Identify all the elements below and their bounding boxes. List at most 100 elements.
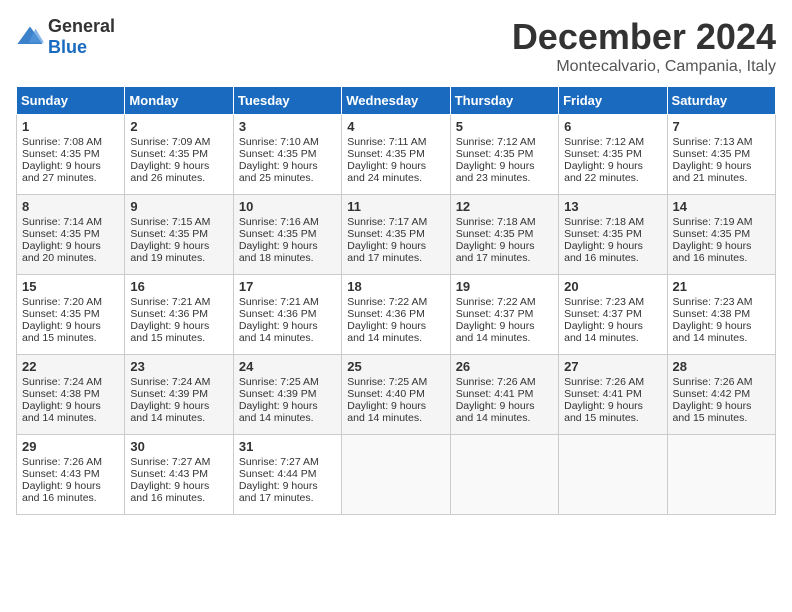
sunset-text: Sunset: 4:35 PM: [564, 228, 642, 240]
sunrise-text: Sunrise: 7:24 AM: [130, 376, 210, 388]
header-cell-tuesday: Tuesday: [233, 87, 341, 115]
calendar-cell: 10Sunrise: 7:16 AMSunset: 4:35 PMDayligh…: [233, 195, 341, 275]
sunset-text: Sunset: 4:35 PM: [347, 228, 425, 240]
sunset-text: Sunset: 4:37 PM: [564, 308, 642, 320]
daylight-text: Daylight: 9 hours and 15 minutes.: [22, 320, 101, 344]
day-number: 3: [239, 119, 336, 134]
calendar-cell: 30Sunrise: 7:27 AMSunset: 4:43 PMDayligh…: [125, 435, 233, 515]
daylight-text: Daylight: 9 hours and 17 minutes.: [456, 240, 535, 264]
daylight-text: Daylight: 9 hours and 15 minutes.: [673, 400, 752, 424]
calendar-cell: 7Sunrise: 7:13 AMSunset: 4:35 PMDaylight…: [667, 115, 775, 195]
calendar-cell: 13Sunrise: 7:18 AMSunset: 4:35 PMDayligh…: [559, 195, 667, 275]
day-number: 12: [456, 199, 553, 214]
day-number: 27: [564, 359, 661, 374]
daylight-text: Daylight: 9 hours and 14 minutes.: [239, 320, 318, 344]
day-number: 10: [239, 199, 336, 214]
day-number: 1: [22, 119, 119, 134]
sunset-text: Sunset: 4:35 PM: [22, 308, 100, 320]
sunset-text: Sunset: 4:35 PM: [347, 148, 425, 160]
day-number: 26: [456, 359, 553, 374]
sunset-text: Sunset: 4:35 PM: [673, 228, 751, 240]
sunrise-text: Sunrise: 7:13 AM: [673, 136, 753, 148]
day-number: 4: [347, 119, 444, 134]
day-number: 21: [673, 279, 770, 294]
daylight-text: Daylight: 9 hours and 16 minutes.: [673, 240, 752, 264]
header-cell-saturday: Saturday: [667, 87, 775, 115]
sunset-text: Sunset: 4:35 PM: [22, 228, 100, 240]
sunset-text: Sunset: 4:35 PM: [673, 148, 751, 160]
header-cell-monday: Monday: [125, 87, 233, 115]
logo-text: General Blue: [48, 16, 115, 58]
daylight-text: Daylight: 9 hours and 15 minutes.: [130, 320, 209, 344]
calendar-cell: [667, 435, 775, 515]
logo-blue: Blue: [48, 37, 87, 57]
sunset-text: Sunset: 4:39 PM: [130, 388, 208, 400]
daylight-text: Daylight: 9 hours and 14 minutes.: [456, 320, 535, 344]
week-row-1: 1Sunrise: 7:08 AMSunset: 4:35 PMDaylight…: [17, 115, 776, 195]
month-title: December 2024: [512, 16, 776, 58]
week-row-3: 15Sunrise: 7:20 AMSunset: 4:35 PMDayligh…: [17, 275, 776, 355]
calendar-cell: 27Sunrise: 7:26 AMSunset: 4:41 PMDayligh…: [559, 355, 667, 435]
day-number: 20: [564, 279, 661, 294]
daylight-text: Daylight: 9 hours and 16 minutes.: [564, 240, 643, 264]
calendar-cell: 14Sunrise: 7:19 AMSunset: 4:35 PMDayligh…: [667, 195, 775, 275]
logo: General Blue: [16, 16, 115, 58]
calendar-cell: 3Sunrise: 7:10 AMSunset: 4:35 PMDaylight…: [233, 115, 341, 195]
calendar-cell: 22Sunrise: 7:24 AMSunset: 4:38 PMDayligh…: [17, 355, 125, 435]
calendar-cell: 11Sunrise: 7:17 AMSunset: 4:35 PMDayligh…: [342, 195, 450, 275]
calendar-cell: 2Sunrise: 7:09 AMSunset: 4:35 PMDaylight…: [125, 115, 233, 195]
day-number: 29: [22, 439, 119, 454]
day-number: 23: [130, 359, 227, 374]
week-row-5: 29Sunrise: 7:26 AMSunset: 4:43 PMDayligh…: [17, 435, 776, 515]
sunset-text: Sunset: 4:38 PM: [673, 308, 751, 320]
sunrise-text: Sunrise: 7:10 AM: [239, 136, 319, 148]
calendar-cell: 9 Sunrise: 7:15 AMSunset: 4:35 PMDaylight…: [125, 195, 233, 275]
week-row-4: 22Sunrise: 7:24 AMSunset: 4:38 PMDayligh…: [17, 355, 776, 435]
daylight-text: Daylight: 9 hours and 14 minutes.: [347, 400, 426, 424]
sunrise-text: Sunrise: 7:08 AM: [22, 136, 102, 148]
day-number: 9: [130, 199, 227, 214]
sunrise-text: Sunrise: 7:22 AM: [456, 296, 536, 308]
sunrise-text: Sunrise: 7:12 AM: [456, 136, 536, 148]
calendar-cell: 18Sunrise: 7:22 AMSunset: 4:36 PMDayligh…: [342, 275, 450, 355]
day-number: 11: [347, 199, 444, 214]
calendar-cell: 15Sunrise: 7:20 AMSunset: 4:35 PMDayligh…: [17, 275, 125, 355]
header-cell-friday: Friday: [559, 87, 667, 115]
sunrise-text: Sunrise: 7:26 AM: [22, 456, 102, 468]
day-number: 16: [130, 279, 227, 294]
sunset-text: Sunset: 4:41 PM: [456, 388, 534, 400]
daylight-text: Daylight: 9 hours and 14 minutes.: [347, 320, 426, 344]
daylight-text: Daylight: 9 hours and 21 minutes.: [673, 160, 752, 184]
sunrise-text: Sunrise: 7:18 AM: [564, 216, 644, 228]
daylight-text: Daylight: 9 hours and 26 minutes.: [130, 160, 209, 184]
daylight-text: Daylight: 9 hours and 15 minutes.: [564, 400, 643, 424]
calendar-cell: 19Sunrise: 7:22 AMSunset: 4:37 PMDayligh…: [450, 275, 558, 355]
sunset-text: Sunset: 4:40 PM: [347, 388, 425, 400]
calendar-cell: 23Sunrise: 7:24 AMSunset: 4:39 PMDayligh…: [125, 355, 233, 435]
sunrise-text: Sunrise: 7:16 AM: [239, 216, 319, 228]
daylight-text: Daylight: 9 hours and 19 minutes.: [130, 240, 209, 264]
sunset-text: Sunset: 4:35 PM: [239, 148, 317, 160]
sunset-text: Sunset: 4:35 PM: [130, 228, 208, 240]
calendar-cell: 16Sunrise: 7:21 AMSunset: 4:36 PMDayligh…: [125, 275, 233, 355]
calendar-cell: 24Sunrise: 7:25 AMSunset: 4:39 PMDayligh…: [233, 355, 341, 435]
sunrise-text: Sunrise: 7:22 AM: [347, 296, 427, 308]
day-number: 15: [22, 279, 119, 294]
daylight-text: Daylight: 9 hours and 14 minutes.: [673, 320, 752, 344]
calendar-cell: 28Sunrise: 7:26 AMSunset: 4:42 PMDayligh…: [667, 355, 775, 435]
calendar-cell: 26Sunrise: 7:26 AMSunset: 4:41 PMDayligh…: [450, 355, 558, 435]
sunrise-text: Sunrise: 7:15 AM: [130, 216, 210, 228]
sunrise-text: Sunrise: 7:18 AM: [456, 216, 536, 228]
calendar-cell: 4Sunrise: 7:11 AMSunset: 4:35 PMDaylight…: [342, 115, 450, 195]
day-number: 30: [130, 439, 227, 454]
daylight-text: Daylight: 9 hours and 16 minutes.: [22, 480, 101, 504]
sunset-text: Sunset: 4:37 PM: [456, 308, 534, 320]
sunset-text: Sunset: 4:42 PM: [673, 388, 751, 400]
daylight-text: Daylight: 9 hours and 17 minutes.: [239, 480, 318, 504]
sunrise-text: Sunrise: 7:25 AM: [239, 376, 319, 388]
calendar-cell: 6Sunrise: 7:12 AMSunset: 4:35 PMDaylight…: [559, 115, 667, 195]
day-number: 24: [239, 359, 336, 374]
daylight-text: Daylight: 9 hours and 14 minutes.: [564, 320, 643, 344]
day-number: 14: [673, 199, 770, 214]
day-number: 28: [673, 359, 770, 374]
